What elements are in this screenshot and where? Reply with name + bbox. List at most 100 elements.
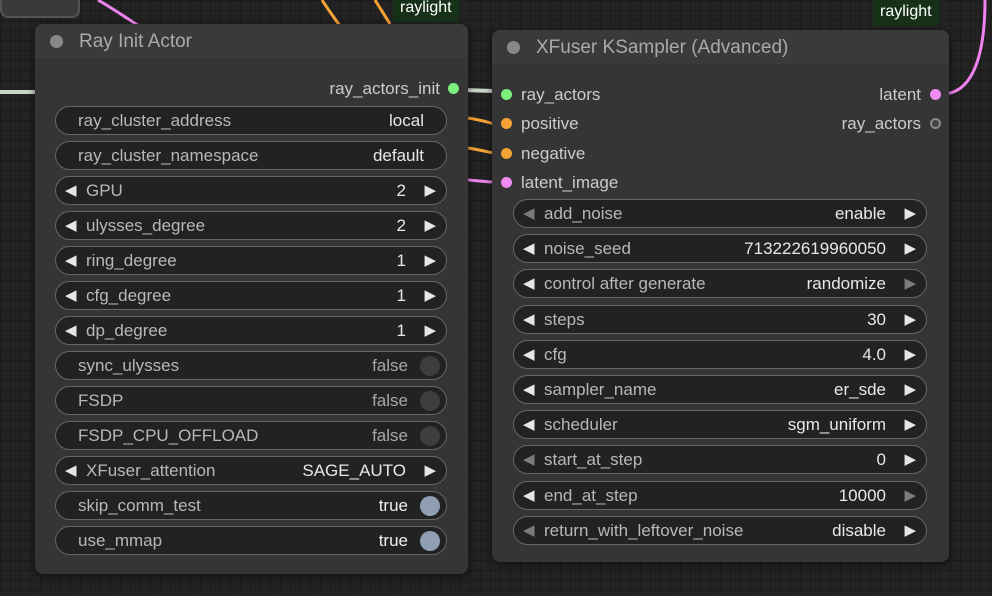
widget-cfg[interactable]: ◀ cfg 4.0 ▶ (513, 339, 927, 369)
increment-arrow-icon[interactable]: ▶ (904, 204, 916, 224)
decrement-arrow-icon[interactable]: ◀ (523, 274, 535, 294)
increment-arrow-icon[interactable]: ▶ (424, 286, 436, 306)
widget-label: start_at_step (544, 450, 643, 470)
input-slot-latent-image[interactable]: latent_image (492, 171, 692, 195)
widget-add-noise[interactable]: ◀ add_noise enable ▶ (513, 199, 927, 228)
increment-arrow-icon[interactable]: ▶ (904, 345, 916, 365)
widget-label: sync_ulysses (78, 356, 180, 375)
widget-value: false (372, 426, 408, 445)
widget-noise-seed[interactable]: ◀ noise_seed 713222619960050 ▶ (513, 234, 927, 264)
widget-ray-cluster-address[interactable]: ray_cluster_address local (55, 106, 447, 135)
widget-xfuser-attention[interactable]: ◀ XFuser_attention SAGE_AUTO ▶ (55, 456, 447, 485)
widget-cfg-degree[interactable]: ◀ cfg_degree 1 ▶ (55, 281, 447, 310)
widget-control-after-generate[interactable]: ◀ control after generate randomize ▶ (513, 269, 927, 299)
widget-scheduler[interactable]: ◀ scheduler sgm_uniform ▶ (513, 410, 927, 440)
toggle-knob-icon[interactable] (420, 426, 440, 446)
increment-arrow-icon[interactable]: ▶ (424, 461, 436, 481)
widget-use-mmap[interactable]: use_mmap true (55, 526, 447, 555)
increment-arrow-icon[interactable]: ▶ (904, 380, 916, 400)
decrement-arrow-icon[interactable]: ◀ (65, 286, 77, 306)
widget-steps[interactable]: ◀ steps 30 ▶ (513, 304, 927, 334)
slot-dot-icon[interactable] (930, 118, 941, 129)
link-positive (467, 116, 495, 126)
widget-label: ray_cluster_namespace (78, 146, 259, 165)
widget-ring-degree[interactable]: ◀ ring_degree 1 ▶ (55, 246, 447, 275)
widget-value: default (372, 146, 424, 165)
widget-ray-cluster-namespace[interactable]: ray_cluster_namespace default (55, 141, 447, 170)
toggle-knob-icon[interactable] (420, 391, 440, 411)
increment-arrow-icon[interactable]: ▶ (904, 415, 916, 435)
toggle-knob-icon[interactable] (420, 496, 440, 516)
input-slot-positive[interactable]: positive (492, 112, 692, 136)
input-slot-label: positive (521, 114, 579, 133)
widget-value: disable (832, 520, 886, 540)
increment-arrow-icon[interactable]: ▶ (904, 274, 916, 294)
increment-arrow-icon[interactable]: ▶ (424, 251, 436, 271)
decrement-arrow-icon[interactable]: ◀ (523, 310, 535, 330)
slot-dot-icon[interactable] (501, 89, 512, 100)
widget-value: true (378, 531, 408, 550)
widget-label: cfg (544, 344, 567, 364)
increment-arrow-icon[interactable]: ▶ (424, 321, 436, 341)
increment-arrow-icon[interactable]: ▶ (904, 486, 916, 506)
output-slot-latent[interactable]: latent (789, 83, 949, 107)
increment-arrow-icon[interactable]: ▶ (904, 521, 916, 541)
widget-value: enable (834, 204, 886, 223)
decrement-arrow-icon[interactable]: ◀ (65, 181, 77, 201)
widget-return-with-leftover-noise[interactable]: ◀ return_with_leftover_noise disable ▶ (513, 515, 927, 545)
widget-label: control after generate (544, 274, 706, 294)
decrement-arrow-icon[interactable]: ◀ (65, 251, 77, 271)
widget-value: false (372, 356, 408, 375)
increment-arrow-icon[interactable]: ▶ (424, 181, 436, 201)
node-title-bar[interactable]: XFuser KSampler (Advanced) (492, 30, 949, 64)
decrement-arrow-icon[interactable]: ◀ (523, 521, 535, 541)
toggle-knob-icon[interactable] (420, 356, 440, 376)
widget-dp-degree[interactable]: ◀ dp_degree 1 ▶ (55, 316, 447, 345)
increment-arrow-icon[interactable]: ▶ (904, 450, 916, 470)
ray-init-actor-node[interactable]: Ray Init Actor ray_actors_init ray_clust… (35, 24, 468, 574)
toggle-knob-icon[interactable] (420, 531, 440, 551)
slot-dot-icon[interactable] (501, 177, 512, 188)
slot-dot-icon[interactable] (501, 118, 512, 129)
widget-label: ring_degree (86, 251, 177, 270)
widget-sync-ulysses[interactable]: sync_ulysses false (55, 351, 447, 380)
widget-sampler-name[interactable]: ◀ sampler_name er_sde ▶ (513, 375, 927, 404)
node-title-bar[interactable]: Ray Init Actor (35, 24, 468, 58)
decrement-arrow-icon[interactable]: ◀ (523, 380, 535, 400)
widget-ulysses-degree[interactable]: ◀ ulysses_degree 2 ▶ (55, 211, 447, 240)
output-slot-ray-actors-init[interactable]: ray_actors_init (268, 77, 468, 101)
decrement-arrow-icon[interactable]: ◀ (65, 216, 77, 236)
decrement-arrow-icon[interactable]: ◀ (523, 415, 535, 435)
widget-skip-comm-test[interactable]: skip_comm_test true (55, 491, 447, 520)
output-slot-ray-actors[interactable]: ray_actors (789, 112, 949, 136)
xfuser-ksampler-node[interactable]: XFuser KSampler (Advanced) ray_actors po… (492, 30, 949, 562)
decrement-arrow-icon[interactable]: ◀ (523, 239, 535, 259)
increment-arrow-icon[interactable]: ▶ (904, 239, 916, 259)
increment-arrow-icon[interactable]: ▶ (904, 310, 916, 330)
slot-dot-icon[interactable] (501, 148, 512, 159)
decrement-arrow-icon[interactable]: ◀ (523, 486, 535, 506)
widget-value: sgm_uniform (787, 415, 886, 435)
decrement-arrow-icon[interactable]: ◀ (523, 345, 535, 365)
decrement-arrow-icon[interactable]: ◀ (523, 450, 535, 470)
decrement-arrow-icon[interactable]: ◀ (523, 204, 535, 224)
widget-label: ray_cluster_address (78, 111, 232, 130)
collapse-dot-icon[interactable] (50, 35, 63, 48)
widget-value: false (372, 391, 408, 410)
group-label-raylight: raylight (873, 0, 939, 26)
slot-dot-icon[interactable] (930, 89, 941, 100)
widget-value: 1 (396, 251, 406, 270)
slot-dot-icon[interactable] (448, 83, 459, 94)
collapse-dot-icon[interactable] (507, 41, 520, 54)
widget-gpu[interactable]: ◀ GPU 2 ▶ (55, 176, 447, 205)
increment-arrow-icon[interactable]: ▶ (424, 216, 436, 236)
widget-fsdp-cpu-offload[interactable]: FSDP_CPU_OFFLOAD false (55, 421, 447, 450)
widget-start-at-step[interactable]: ◀ start_at_step 0 ▶ (513, 445, 927, 475)
decrement-arrow-icon[interactable]: ◀ (65, 321, 77, 341)
widget-fsdp[interactable]: FSDP false (55, 386, 447, 415)
widget-end-at-step[interactable]: ◀ end_at_step 10000 ▶ (513, 480, 927, 510)
input-slot-ray-actors[interactable]: ray_actors (492, 83, 692, 107)
input-slot-negative[interactable]: negative (492, 142, 692, 166)
decrement-arrow-icon[interactable]: ◀ (65, 461, 77, 481)
widget-label: dp_degree (86, 321, 168, 340)
